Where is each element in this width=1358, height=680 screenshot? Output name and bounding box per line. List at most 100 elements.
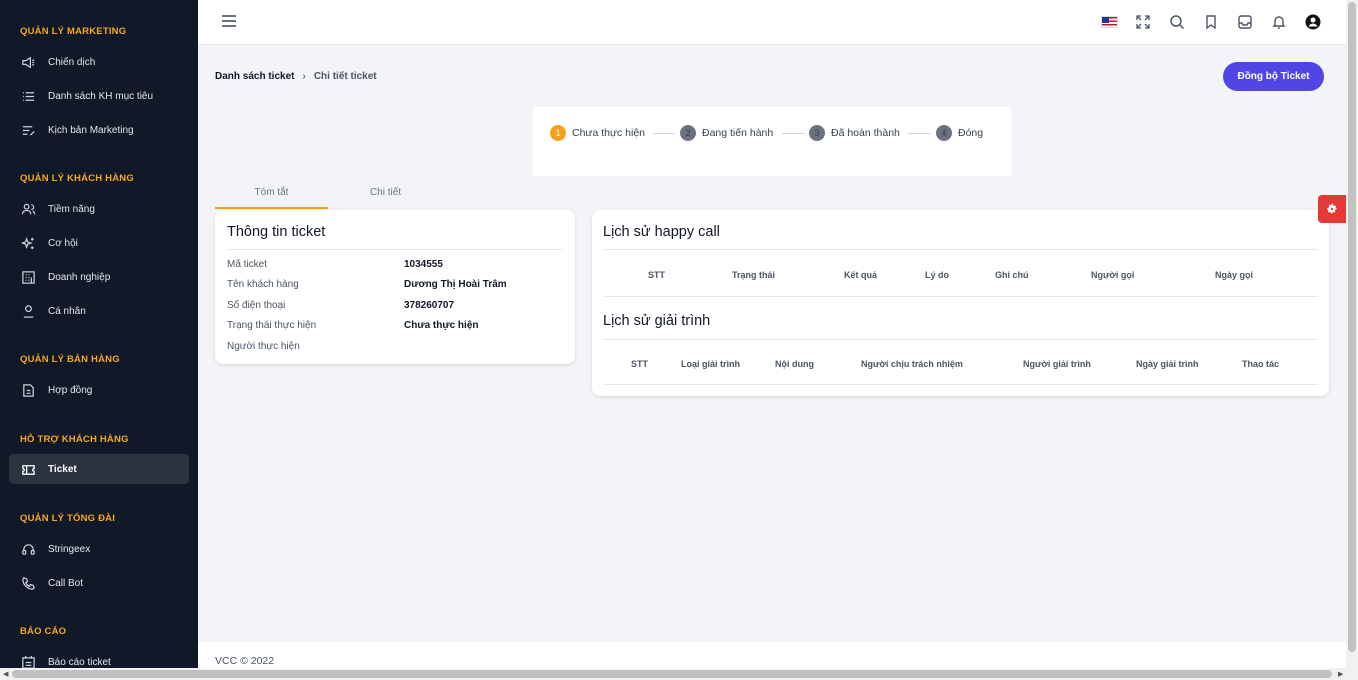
chevron-right-icon: › (302, 71, 306, 82)
sidebar-item-ticket-report[interactable]: Báo cáo ticket (9, 647, 189, 668)
step-closed[interactable]: 4 Đóng (936, 125, 983, 141)
happy-call-title: Lịch sử happy call (603, 224, 720, 240)
status-stepper: 1 Chưa thực hiện 2 Đang tiến hành 3 Đã h… (533, 107, 1011, 176)
sidebar-item-individual[interactable]: Cá nhân (9, 296, 189, 326)
sidebar-item-marketing-script[interactable]: Kịch bản Marketing (9, 115, 189, 145)
bookmark-icon[interactable] (1202, 13, 1220, 31)
step-not-started[interactable]: 1 Chưa thực hiện (550, 125, 645, 141)
sidebar-item-label: Call Bot (48, 577, 84, 589)
horizontal-scrollbar[interactable]: ◀ ▶ (0, 668, 1358, 680)
section-sales: QUẢN LÝ BÁN HÀNG (20, 354, 120, 365)
section-support: HỖ TRỢ KHÁCH HÀNG (20, 434, 129, 445)
phone-icon (21, 576, 36, 591)
script-icon (21, 123, 36, 138)
sidebar-item-campaign[interactable]: Chiến dịch (9, 47, 189, 77)
column-header: Ngày gọi (1215, 270, 1254, 280)
sidebar-item-label: Danh sách KH mục tiêu (48, 90, 154, 102)
breadcrumb: Danh sách ticket › Chi tiết ticket (215, 71, 377, 82)
section-reports: BÁO CÁO (20, 626, 67, 637)
sidebar-item-leads[interactable]: Tiềm năng (9, 194, 189, 224)
ticket-info-list: Mã ticket 1034555 Tên khách hàng Dương T… (227, 254, 563, 357)
sidebar-item-label: Kịch bản Marketing (48, 124, 134, 136)
vertical-scrollbar[interactable] (1346, 0, 1358, 668)
fullscreen-icon[interactable] (1134, 13, 1152, 31)
happy-call-table-header: STT Trạng thái Kết quả Lý do Ghi chú Ngư… (603, 270, 1318, 282)
breadcrumb-current: Chi tiết ticket (313, 71, 377, 82)
step-connector (653, 133, 675, 134)
sidebar-item-enterprise[interactable]: Doanh nghiệp (9, 262, 189, 292)
sync-ticket-button[interactable]: Đồng bộ Ticket (1223, 62, 1324, 91)
info-row-ticket-id: Mã ticket 1034555 (227, 258, 443, 270)
section-switchboard: QUẢN LÝ TỔNG ĐÀI (20, 513, 116, 524)
step-number: 1 (550, 125, 566, 141)
sidebar-item-ticket[interactable]: Ticket (9, 454, 189, 484)
sidebar-item-label: Tiềm năng (48, 203, 95, 215)
column-header: Loại giải trình (681, 359, 741, 369)
breadcrumb-ticket-list[interactable]: Danh sách ticket (215, 71, 294, 82)
tab-summary[interactable]: Tóm tắt (215, 183, 328, 209)
top-header (198, 0, 1346, 45)
sidebar-item-target-list[interactable]: Danh sách KH mục tiêu (9, 81, 189, 111)
ticket-icon (21, 462, 36, 477)
report-icon (21, 655, 36, 668)
step-label: Đang tiến hành (702, 127, 774, 139)
sidebar-item-label: Stringeex (48, 543, 91, 555)
inbox-icon[interactable] (1236, 13, 1254, 31)
search-icon[interactable] (1168, 13, 1186, 31)
tab-details[interactable]: Chi tiết (328, 183, 443, 209)
column-header: Trạng thái (732, 270, 776, 280)
settings-gear-button[interactable] (1318, 195, 1346, 223)
column-header: Ghi chú (995, 270, 1029, 280)
info-row-assignee: Người thực hiện (227, 340, 300, 352)
sidebar-item-opportunities[interactable]: Cơ hội (9, 228, 189, 258)
explanation-title: Lịch sử giải trình (603, 313, 711, 329)
column-header: STT (648, 270, 665, 280)
step-label: Chưa thực hiện (572, 127, 646, 139)
column-header: Lý do (925, 270, 949, 280)
sidebar-item-call-bot[interactable]: Call Bot (9, 568, 189, 598)
info-row-phone: Số điện thoại 378260707 (227, 299, 455, 311)
us-flag-icon[interactable] (1100, 13, 1118, 31)
account-icon[interactable] (1304, 13, 1322, 31)
bell-icon[interactable] (1270, 13, 1288, 31)
step-connector (908, 133, 931, 134)
step-number: 2 (680, 125, 696, 141)
step-label: Đóng (958, 127, 984, 139)
footer: VCC © 2022 (198, 641, 1346, 668)
building-icon (21, 270, 36, 285)
column-header: Kết quả (844, 270, 878, 280)
explanation-table-header: STT Loại giải trình Nội dung Người chịu … (603, 359, 1318, 371)
step-connector (782, 133, 805, 134)
megaphone-icon (21, 55, 36, 70)
step-label: Đã hoàn thành (831, 127, 900, 139)
user-icon (21, 304, 36, 319)
step-completed[interactable]: 3 Đã hoàn thành (809, 125, 900, 141)
sidebar-item-label: Báo cáo ticket (48, 656, 111, 668)
info-row-customer-name: Tên khách hàng Dương Thị Hoài Trâm (227, 279, 507, 291)
sidebar-item-contracts[interactable]: Hợp đồng (9, 375, 189, 405)
sidebar-item-label: Cá nhân (48, 305, 86, 317)
column-header: Người chịu trách nhiệm (861, 359, 963, 369)
step-number: 3 (809, 125, 825, 141)
step-in-progress[interactable]: 2 Đang tiến hành (680, 125, 773, 141)
sidebar-item-label: Cơ hội (48, 237, 78, 249)
sidebar: QUẢN LÝ MARKETING Chiến dịch Danh sách K… (0, 0, 198, 668)
list-icon (21, 89, 36, 104)
column-header: Người giải trình (1023, 359, 1091, 369)
history-card: Lịch sử happy call STT Trạng thái Kết qu… (592, 210, 1329, 396)
gear-icon (1327, 203, 1337, 214)
column-header: Thao tác (1242, 359, 1280, 369)
section-marketing: QUẢN LÝ MARKETING (20, 26, 127, 37)
column-header: Ngày giải trình (1136, 359, 1199, 369)
sidebar-item-label: Doanh nghiệp (48, 271, 111, 283)
sidebar-item-label: Hợp đồng (48, 384, 93, 396)
sidebar-item-stringeex[interactable]: Stringeex (9, 534, 189, 564)
section-customers: QUẢN LÝ KHÁCH HÀNG (20, 173, 134, 184)
info-row-status: Trạng thái thực hiện Chưa thực hiện (227, 320, 479, 332)
column-header: STT (631, 359, 648, 369)
column-header: Nội dung (775, 359, 814, 369)
users-icon (21, 202, 36, 217)
sidebar-item-label: Chiến dịch (48, 56, 96, 68)
menu-toggle-icon[interactable] (222, 15, 236, 27)
detail-tabs: Tóm tắt Chi tiết (215, 183, 443, 209)
